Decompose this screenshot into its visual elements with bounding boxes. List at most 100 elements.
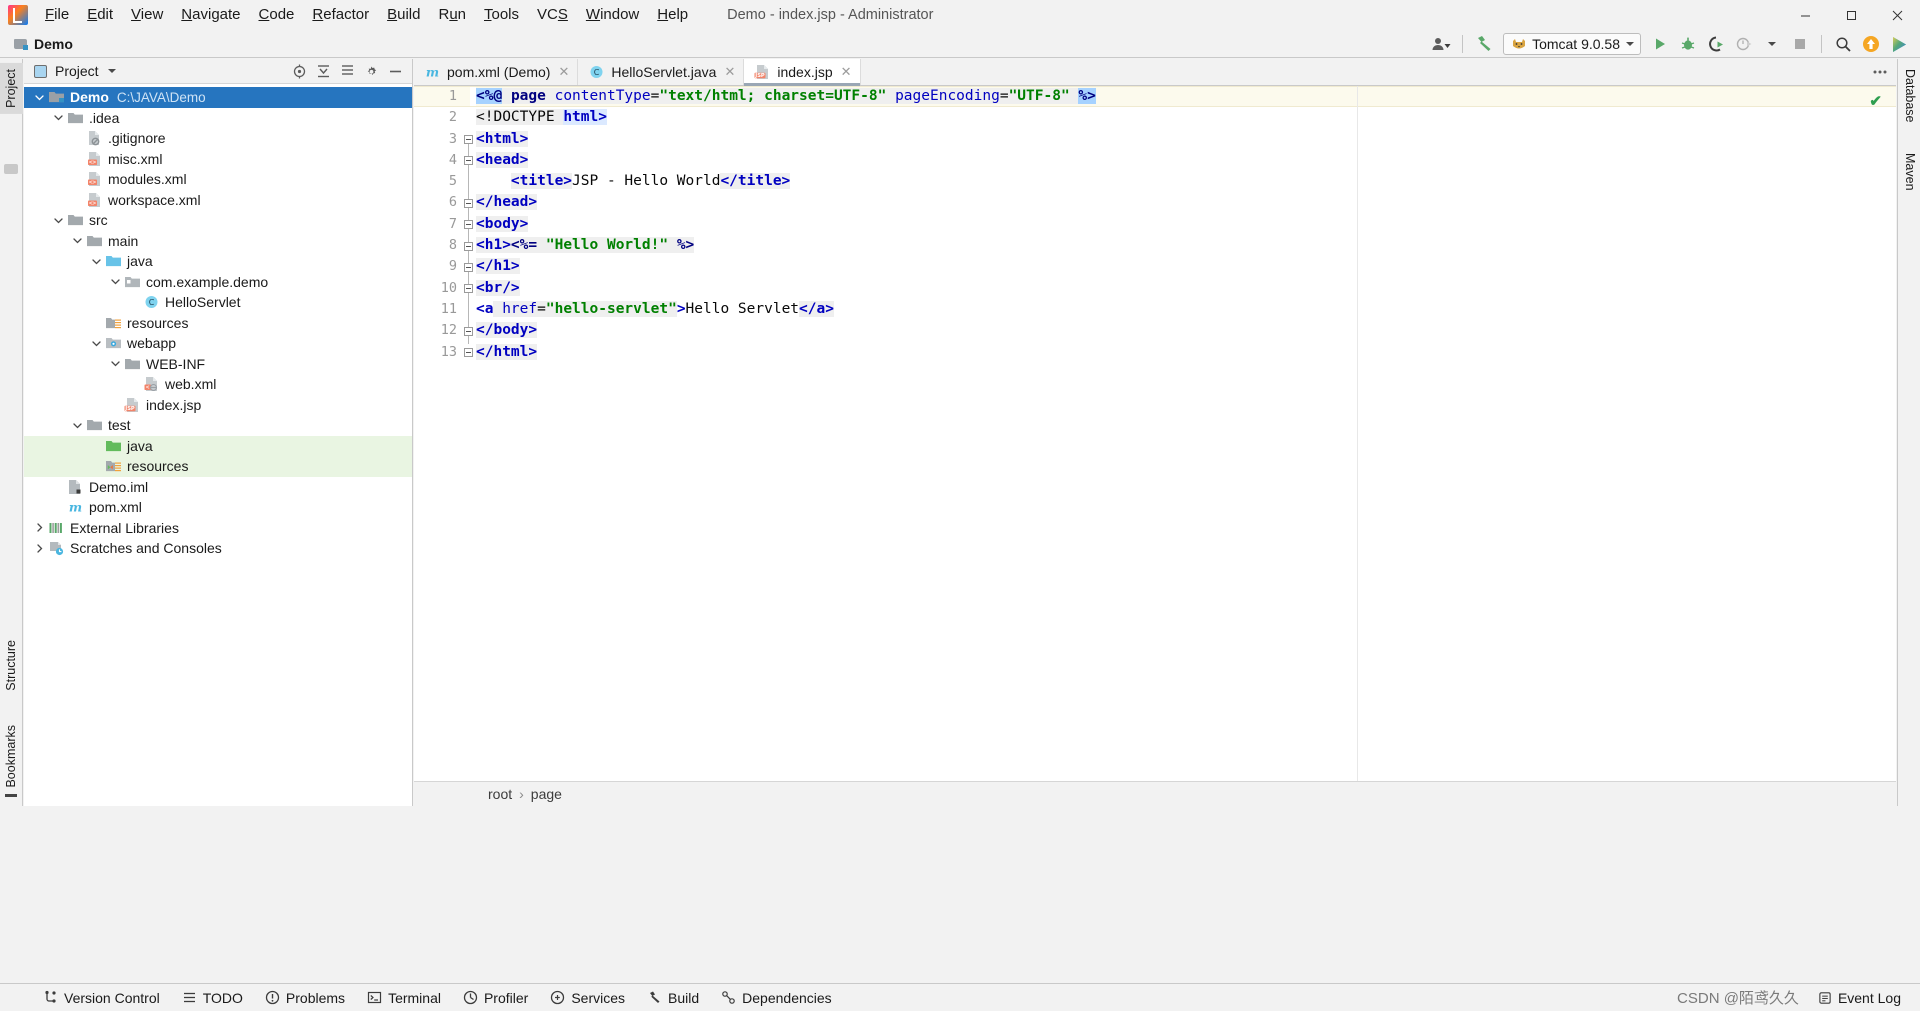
code-folding-column[interactable] <box>462 86 476 781</box>
code-line[interactable]: <%@ page contentType="text/html; charset… <box>414 86 1896 108</box>
close-button[interactable] <box>1874 0 1920 30</box>
code-line[interactable]: <html> <box>476 129 1896 150</box>
fold-marker[interactable] <box>464 284 473 293</box>
tree-item-resources[interactable]: resources <box>24 313 412 334</box>
tree-item-helloservlet[interactable]: C HelloServlet <box>24 292 412 313</box>
status-item-build[interactable]: Build <box>638 987 708 1009</box>
run-play-icon[interactable] <box>1647 32 1673 56</box>
code-line[interactable]: <!DOCTYPE html> <box>476 107 1896 128</box>
stop-square-icon[interactable] <box>1787 32 1813 56</box>
chevron-down-icon[interactable] <box>108 275 122 289</box>
menu-item-code[interactable]: Code <box>250 2 304 28</box>
status-item-problems[interactable]: Problems <box>256 987 354 1009</box>
run-configuration-selector[interactable]: Tomcat 9.0.58 <box>1503 33 1641 55</box>
tree-item-workspace-xml[interactable]: <> workspace.xml <box>24 190 412 211</box>
tree-item-demo-iml[interactable]: Demo.iml <box>24 477 412 498</box>
tree-item-index-jsp[interactable]: JSP index.jsp <box>24 395 412 416</box>
tree-item-misc-xml[interactable]: <> misc.xml <box>24 149 412 170</box>
tree-item-external-libraries[interactable]: External Libraries <box>24 518 412 539</box>
chevron-down-icon[interactable] <box>108 357 122 371</box>
menu-item-build[interactable]: Build <box>378 2 429 28</box>
tree-item-web-xml[interactable]: < web.xml <box>24 374 412 395</box>
chevron-down-icon[interactable] <box>89 254 103 268</box>
code-line[interactable]: <head> <box>476 150 1896 171</box>
maximize-button[interactable] <box>1828 0 1874 30</box>
status-item-profiler[interactable]: Profiler <box>454 987 537 1009</box>
editor-settings-gear-icon[interactable] <box>1872 59 1896 85</box>
code-line[interactable]: <body> <box>476 214 1896 235</box>
chevron-down-icon[interactable] <box>70 234 84 248</box>
tree-item-demo[interactable]: Demo C:\JAVA\Demo <box>24 87 412 108</box>
code-line[interactable]: </head> <box>476 192 1896 213</box>
chevron-right-icon[interactable] <box>32 541 46 555</box>
close-icon[interactable]: ✕ <box>724 64 735 80</box>
breadcrumb-page[interactable]: page <box>531 786 562 802</box>
status-item-event-log[interactable]: Event Log <box>1809 987 1910 1009</box>
fold-marker[interactable] <box>464 242 473 251</box>
chevron-right-icon[interactable] <box>32 521 46 535</box>
close-icon[interactable]: ✕ <box>841 64 852 80</box>
fold-marker[interactable] <box>464 199 473 208</box>
search-magnifier-icon[interactable] <box>1830 32 1856 56</box>
profiler-icon[interactable] <box>1731 32 1757 56</box>
code-line[interactable]: <h1><%= "Hello World!" %> <box>476 235 1896 256</box>
fold-marker[interactable] <box>464 220 473 229</box>
tool-window-tab-maven[interactable]: Maven <box>1898 147 1920 197</box>
editor-tab-index-jsp[interactable]: JSP index.jsp ✕ <box>744 59 861 86</box>
tree-item-java[interactable]: java <box>24 251 412 272</box>
code-content[interactable]: <%@ page contentType="text/html; charset… <box>414 86 1896 781</box>
status-item-todo[interactable]: TODO <box>173 987 252 1009</box>
editor-tab-helloservlet-java[interactable]: C HelloServlet.java ✕ <box>578 59 745 85</box>
fold-marker[interactable] <box>464 156 473 165</box>
fold-marker[interactable] <box>464 327 473 336</box>
chevron-down-icon[interactable] <box>70 418 84 432</box>
tree-item-java[interactable]: java <box>24 435 412 456</box>
user-silhouette-icon[interactable] <box>1428 32 1454 56</box>
menu-item-view[interactable]: View <box>122 2 172 28</box>
chevron-down-icon[interactable] <box>51 213 65 227</box>
chevron-down-icon[interactable] <box>32 90 46 104</box>
status-item-terminal[interactable]: Terminal <box>358 987 450 1009</box>
menu-item-edit[interactable]: Edit <box>78 2 122 28</box>
menu-item-help[interactable]: Help <box>648 2 697 28</box>
tree-item-web-inf[interactable]: WEB-INF <box>24 354 412 375</box>
menu-item-navigate[interactable]: Navigate <box>172 2 249 28</box>
project-tree[interactable]: Demo C:\JAVA\Demo .idea .gitignore <> misc.xm… <box>24 85 412 806</box>
tree-item-resources[interactable]: resources <box>24 456 412 477</box>
update-arrow-icon[interactable] <box>1858 32 1884 56</box>
code-line[interactable]: </body> <box>476 320 1896 341</box>
menu-item-refactor[interactable]: Refactor <box>303 2 378 28</box>
code-line[interactable]: <a href="hello-servlet">Hello Servlet</a… <box>476 299 1896 320</box>
hide-minus-icon[interactable] <box>384 61 406 81</box>
menu-item-tools[interactable]: Tools <box>475 2 528 28</box>
tree-item-idea[interactable]: .idea <box>24 108 412 129</box>
code-line[interactable]: </html> <box>476 342 1896 363</box>
status-item-services[interactable]: Services <box>541 987 634 1009</box>
ide-feature-trainer-icon[interactable] <box>1886 32 1912 56</box>
tree-item-gitignore[interactable]: .gitignore <box>24 128 412 149</box>
menu-item-vcs[interactable]: VCS <box>528 2 577 28</box>
tree-item-test[interactable]: test <box>24 415 412 436</box>
chevron-down-icon[interactable] <box>1759 32 1785 56</box>
fold-marker[interactable] <box>464 348 473 357</box>
chevron-down-icon[interactable] <box>107 69 116 73</box>
editor-tab-pom-xml-demo[interactable]: m pom.xml (Demo) ✕ <box>414 59 579 85</box>
tool-window-tab-structure[interactable]: Structure <box>0 634 23 697</box>
breadcrumb-project[interactable]: Demo <box>14 36 73 52</box>
expand-all-icon[interactable] <box>336 61 358 81</box>
tree-item-pom-xml[interactable]: m pom.xml <box>24 497 412 518</box>
chevron-down-icon[interactable] <box>1626 42 1634 46</box>
run-with-coverage-icon[interactable] <box>1703 32 1729 56</box>
collapse-all-icon[interactable] <box>312 61 334 81</box>
tree-item-webapp[interactable]: webapp <box>24 333 412 354</box>
tree-item-src[interactable]: src <box>24 210 412 231</box>
fold-marker[interactable] <box>464 135 473 144</box>
code-line[interactable]: </h1> <box>476 256 1896 277</box>
tree-item-modules-xml[interactable]: <> modules.xml <box>24 169 412 190</box>
menu-item-file[interactable]: File <box>36 2 78 28</box>
code-line[interactable]: <title>JSP - Hello World</title> <box>476 171 1896 192</box>
tool-window-tab-project[interactable]: Project <box>0 63 23 114</box>
build-hammer-icon[interactable] <box>1471 32 1497 56</box>
tool-window-tab-database[interactable]: Database <box>1898 63 1920 129</box>
code-line[interactable]: <br/> <box>476 278 1896 299</box>
